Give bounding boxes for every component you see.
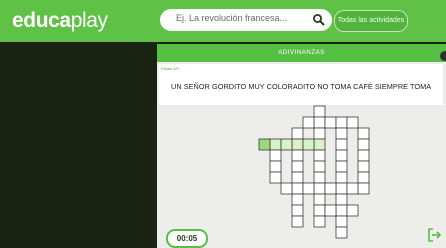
- crossword-cell[interactable]: [313, 105, 326, 118]
- crossword-cell[interactable]: [291, 182, 304, 195]
- crossword-cell[interactable]: [269, 149, 282, 162]
- crossword-cell[interactable]: [324, 204, 337, 217]
- crossword-cell-active[interactable]: [313, 138, 326, 151]
- timer: 00:05: [166, 229, 208, 248]
- crossword-cell[interactable]: [324, 116, 337, 129]
- crossword-cell[interactable]: [280, 182, 293, 195]
- crossword-cell[interactable]: [357, 127, 370, 140]
- crossword-cell[interactable]: [346, 204, 359, 217]
- crossword-grid[interactable]: [0, 0, 446, 248]
- crossword-cell[interactable]: [357, 182, 370, 195]
- crossword-cell[interactable]: [313, 171, 326, 184]
- exit-icon[interactable]: [427, 227, 443, 243]
- crossword-cell[interactable]: [313, 160, 326, 173]
- crossword-cell[interactable]: [313, 215, 326, 228]
- crossword-cell[interactable]: [269, 160, 282, 173]
- crossword-cell[interactable]: [335, 182, 348, 195]
- crossword-cell[interactable]: [291, 204, 304, 217]
- crossword-cell[interactable]: [346, 116, 359, 129]
- crossword-cell[interactable]: [335, 127, 348, 140]
- crossword-cell[interactable]: [335, 116, 348, 129]
- crossword-cell[interactable]: [291, 171, 304, 184]
- crossword-cell-active[interactable]: [291, 138, 304, 151]
- crossword-cell[interactable]: [335, 204, 348, 217]
- crossword-cell-active[interactable]: [302, 138, 315, 151]
- crossword-cell[interactable]: [302, 116, 315, 129]
- crossword-cell[interactable]: [357, 171, 370, 184]
- crossword-cell[interactable]: [313, 204, 326, 217]
- crossword-cell[interactable]: [291, 149, 304, 162]
- crossword-cell[interactable]: [335, 215, 348, 228]
- crossword-cell[interactable]: [313, 149, 326, 162]
- crossword-cell[interactable]: [335, 171, 348, 184]
- crossword-cell[interactable]: [291, 215, 304, 228]
- crossword-cell-active[interactable]: [258, 138, 271, 151]
- crossword-cell[interactable]: [357, 138, 370, 151]
- crossword-cell[interactable]: [357, 160, 370, 173]
- crossword-cell[interactable]: [313, 116, 326, 129]
- crossword-cell[interactable]: [335, 149, 348, 162]
- crossword-cell[interactable]: [357, 149, 370, 162]
- crossword-cell[interactable]: [335, 193, 348, 206]
- crossword-cell[interactable]: [335, 160, 348, 173]
- crossword-cell-active[interactable]: [280, 138, 293, 151]
- crossword-cell[interactable]: [313, 127, 326, 140]
- crossword-cell[interactable]: [313, 193, 326, 206]
- crossword-cell[interactable]: [269, 171, 282, 184]
- crossword-cell[interactable]: [291, 127, 304, 140]
- crossword-cell[interactable]: [324, 182, 337, 195]
- crossword-cell-active[interactable]: [269, 138, 282, 151]
- crossword-cell[interactable]: [335, 138, 348, 151]
- crossword-cell[interactable]: [291, 193, 304, 206]
- crossword-cell[interactable]: [346, 182, 359, 195]
- crossword-cell[interactable]: [335, 226, 348, 239]
- crossword-cell[interactable]: [302, 182, 315, 195]
- crossword-cell[interactable]: [291, 160, 304, 173]
- crossword-cell[interactable]: [313, 182, 326, 195]
